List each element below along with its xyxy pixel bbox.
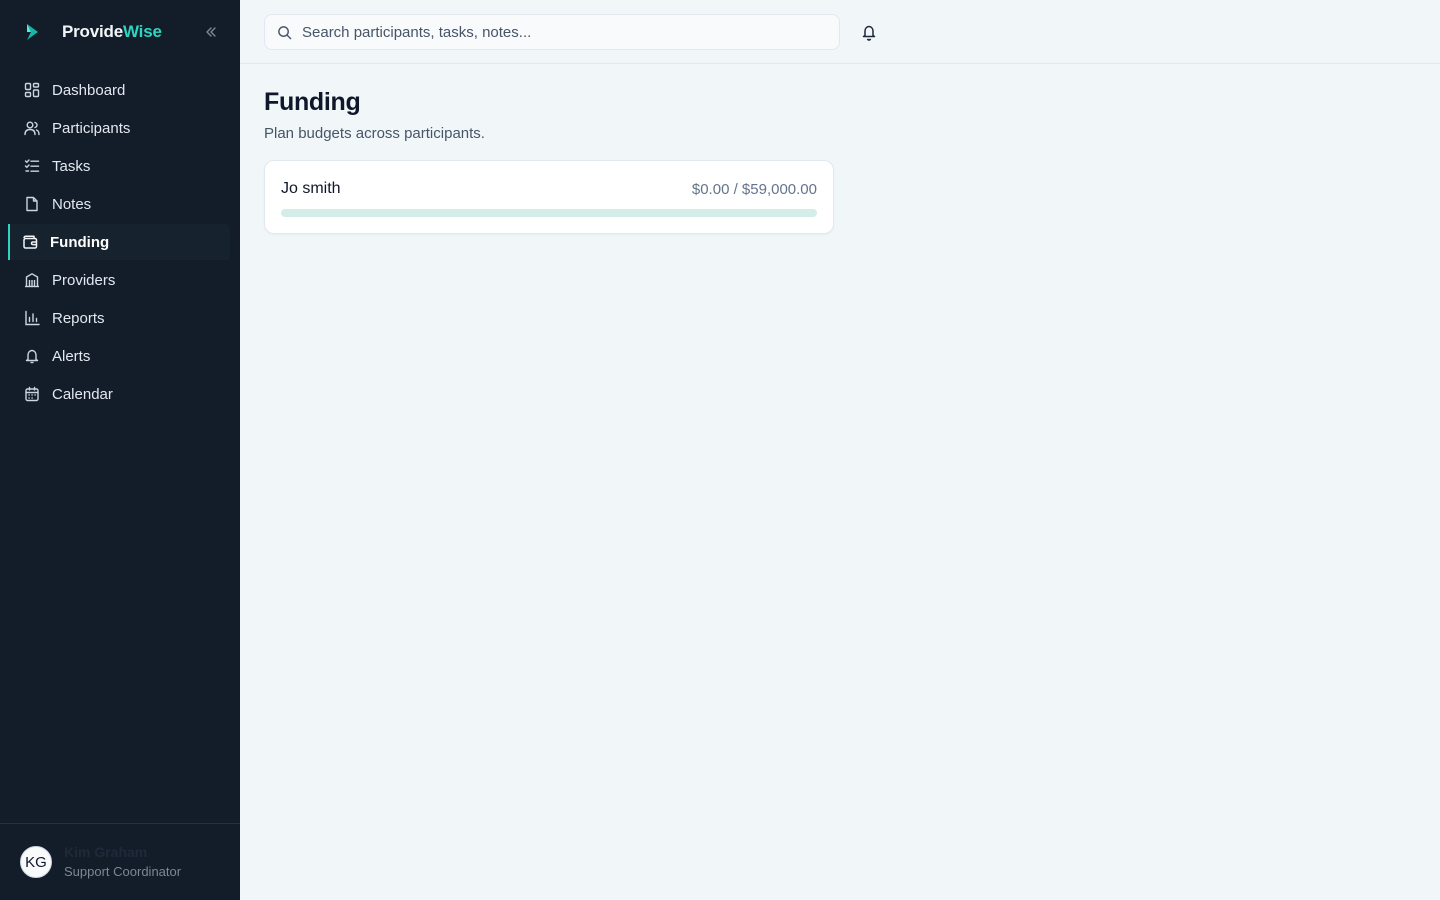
notifications-button[interactable] bbox=[860, 22, 878, 42]
sidebar: ProvideWise Dashboard Participants Tasks bbox=[0, 0, 240, 900]
brand-logo-icon bbox=[24, 21, 46, 43]
dashboard-icon bbox=[24, 82, 40, 98]
page-title: Funding bbox=[264, 88, 361, 116]
budget-progress-bar bbox=[281, 209, 817, 217]
sidebar-item-label: Reports bbox=[52, 309, 105, 327]
sidebar-item-alerts[interactable]: Alerts bbox=[8, 338, 230, 374]
list-check-icon bbox=[24, 158, 40, 174]
top-bar bbox=[240, 0, 1440, 64]
sidebar-item-tasks[interactable]: Tasks bbox=[8, 148, 230, 184]
sidebar-item-label: Notes bbox=[52, 195, 92, 213]
budget-amount: $0.00 / $59,000.00 bbox=[691, 181, 817, 198]
sidebar-item-label: Providers bbox=[52, 271, 116, 289]
sidebar-nav: Dashboard Participants Tasks Notes Fundi… bbox=[8, 72, 230, 414]
building-icon bbox=[24, 272, 40, 288]
search-box[interactable] bbox=[264, 14, 840, 50]
brand-name-part2: Wise bbox=[122, 22, 162, 41]
brand-name-part1: Provide bbox=[62, 22, 123, 41]
user-name: Kim Graham bbox=[64, 844, 148, 860]
sidebar-item-dashboard[interactable]: Dashboard bbox=[8, 72, 230, 108]
chevrons-left-icon bbox=[206, 27, 216, 37]
sidebar-item-label: Tasks bbox=[52, 157, 91, 175]
wallet-icon bbox=[22, 234, 38, 250]
sidebar-item-funding[interactable]: Funding bbox=[8, 224, 230, 260]
bar-chart-icon bbox=[24, 310, 40, 326]
sidebar-item-label: Alerts bbox=[52, 347, 91, 365]
budget-card[interactable]: Jo smith $0.00 / $59,000.00 bbox=[264, 160, 834, 234]
sidebar-item-reports[interactable]: Reports bbox=[8, 300, 230, 336]
sidebar-item-label: Participants bbox=[52, 119, 131, 137]
file-icon bbox=[24, 196, 40, 212]
bell-icon bbox=[24, 348, 40, 364]
sidebar-item-providers[interactable]: Providers bbox=[8, 262, 230, 298]
user-profile[interactable]: KG Kim Graham Support Coordinator bbox=[0, 823, 240, 900]
search-icon bbox=[277, 24, 293, 40]
sidebar-item-label: Dashboard bbox=[52, 81, 126, 99]
sidebar-item-label: Funding bbox=[50, 233, 110, 251]
search-input[interactable] bbox=[302, 23, 822, 41]
avatar: KG bbox=[20, 846, 52, 878]
sidebar-item-notes[interactable]: Notes bbox=[8, 186, 230, 222]
sidebar-item-calendar[interactable]: Calendar bbox=[8, 376, 230, 412]
sidebar-item-participants[interactable]: Participants bbox=[8, 110, 230, 146]
bell-icon bbox=[862, 25, 876, 41]
users-icon bbox=[24, 120, 40, 136]
user-role: Support Coordinator bbox=[64, 864, 182, 879]
calendar-icon bbox=[24, 386, 40, 402]
brand-name: ProvideWise bbox=[62, 22, 162, 42]
page-subtitle: Plan budgets across participants. bbox=[264, 125, 485, 142]
brand[interactable]: ProvideWise bbox=[24, 18, 224, 46]
participant-name: Jo smith bbox=[281, 180, 341, 197]
collapse-sidebar-button[interactable] bbox=[200, 22, 222, 42]
sidebar-item-label: Calendar bbox=[52, 385, 113, 403]
